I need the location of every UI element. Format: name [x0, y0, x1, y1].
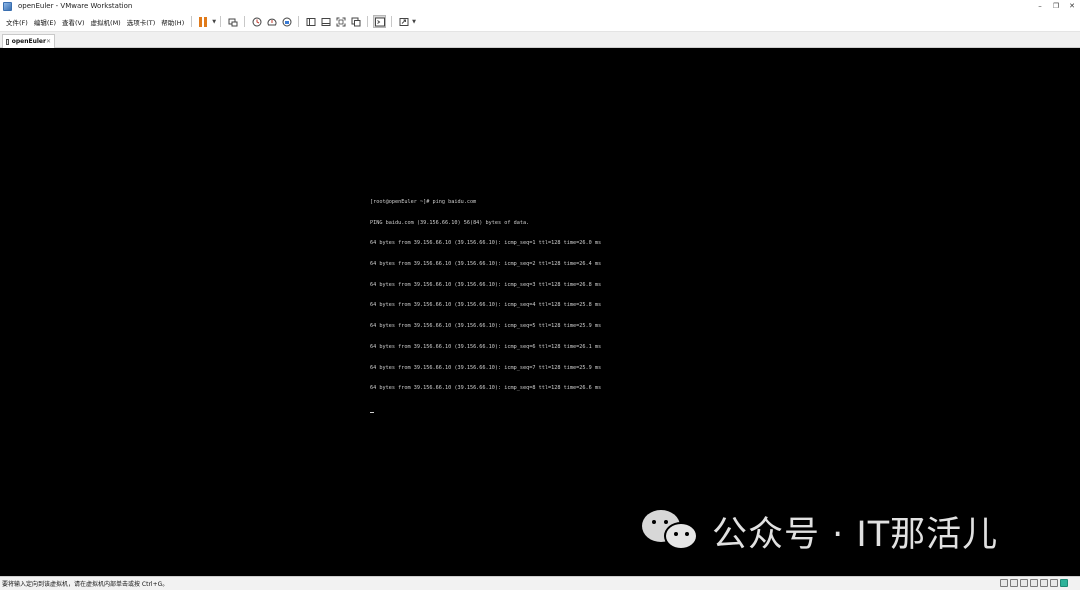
full-screen-icon [336, 17, 346, 26]
terminal-line: 64 bytes from 39.156.66.10 (39.156.66.10… [370, 385, 602, 392]
terminal-line: 64 bytes from 39.156.66.10 (39.156.66.10… [370, 343, 602, 350]
tab-openeuler[interactable]: openEuler ✕ [2, 34, 55, 48]
close-button[interactable]: ✕ [1064, 0, 1080, 12]
unity-icon [351, 17, 361, 26]
snapshot-icon [252, 17, 262, 26]
toolbar-separator [220, 16, 222, 27]
menu-help[interactable]: 帮助(H) [158, 17, 187, 27]
terminal-line: 64 bytes from 39.156.66.10 (39.156.66.10… [370, 281, 602, 288]
full-screen-button[interactable] [334, 15, 347, 28]
stretch-guest-button[interactable] [397, 15, 410, 28]
terminal-output: [root@openEuler ~]# ping baidu.com PING … [370, 185, 601, 427]
thumbnail-icon [321, 17, 331, 26]
pause-button[interactable] [197, 15, 210, 28]
pause-icon [199, 16, 208, 27]
tab-label: openEuler [11, 38, 46, 45]
terminal-line: [root@openEuler ~]# ping baidu.com [370, 198, 477, 205]
vm-icon [6, 38, 9, 45]
console-view-button[interactable] [373, 15, 387, 28]
sidebar-icon [306, 17, 316, 26]
tab-bar: openEuler ✕ [0, 32, 1080, 48]
unity-button[interactable] [349, 15, 362, 28]
window-controls: – ❐ ✕ [1032, 0, 1080, 12]
terminal-cursor [370, 412, 374, 413]
send-keys-icon [228, 18, 238, 26]
toolbar-separator [391, 16, 393, 27]
terminal-line: 64 bytes from 39.156.66.10 (39.156.66.10… [370, 364, 602, 371]
status-message: 要将输入定向到该虚拟机，请在虚拟机内部单击或按 Ctrl+G。 [2, 581, 169, 588]
title-bar: openEuler - VMware Workstation – ❐ ✕ [0, 0, 1080, 12]
window-title: openEuler - VMware Workstation [18, 2, 133, 10]
vm-console-screen[interactable]: [root@openEuler ~]# ping baidu.com PING … [1, 48, 1079, 576]
menu-view[interactable]: 查看(V) [59, 17, 88, 27]
toolbar-separator [298, 16, 300, 27]
usb-controller-icon[interactable] [1030, 579, 1038, 587]
toolbar-separator [367, 16, 369, 27]
snapshot-manager-button[interactable] [280, 15, 293, 28]
status-bar: 要将输入定向到该虚拟机，请在虚拟机内部单击或按 Ctrl+G。 [0, 576, 1080, 590]
terminal-line: 64 bytes from 39.156.66.10 (39.156.66.10… [370, 260, 602, 267]
pause-dropdown-icon[interactable]: ▼ [212, 19, 216, 25]
terminal-line: 64 bytes from 39.156.66.10 (39.156.66.10… [370, 323, 602, 330]
take-snapshot-button[interactable] [250, 15, 263, 28]
console-view-icon [374, 17, 385, 26]
menu-vm[interactable]: 虚拟机(M) [88, 17, 124, 27]
revert-snapshot-button[interactable] [265, 15, 278, 28]
terminal-line: 64 bytes from 39.156.66.10 (39.156.66.10… [370, 302, 602, 309]
cd-dvd-icon[interactable] [1010, 579, 1018, 587]
device-icons [1000, 579, 1068, 587]
restore-button[interactable]: ❐ [1048, 0, 1064, 12]
show-thumbnail-bar-button[interactable] [319, 15, 332, 28]
menu-bar: 文件(F) 编辑(E) 查看(V) 虚拟机(M) 选项卡(T) 帮助(H) ▼ … [0, 12, 1080, 32]
send-ctrl-alt-del-button[interactable] [226, 15, 239, 28]
menu-edit[interactable]: 编辑(E) [31, 17, 59, 27]
stretch-dropdown-icon[interactable]: ▼ [412, 19, 416, 25]
wechat-logo-icon [642, 508, 700, 554]
terminal-line: PING baidu.com (39.156.66.10) 56(84) byt… [370, 219, 530, 226]
toolbar-separator [244, 16, 246, 27]
show-library-button[interactable] [304, 15, 317, 28]
revert-snapshot-icon [267, 18, 277, 25]
watermark: 公众号 · IT那活儿 [642, 506, 998, 556]
terminal-line: 64 bytes from 39.156.66.10 (39.156.66.10… [370, 240, 602, 247]
stretch-icon [399, 17, 409, 26]
display-icon[interactable] [1050, 579, 1058, 587]
minimize-button[interactable]: – [1032, 0, 1048, 12]
hard-disk-icon[interactable] [1000, 579, 1008, 587]
network-adapter-icon[interactable] [1020, 579, 1028, 587]
snapshot-manager-icon [282, 17, 292, 26]
message-log-icon[interactable] [1060, 579, 1068, 587]
vmware-logo-icon [3, 1, 12, 11]
watermark-text: 公众号 · IT那活儿 [712, 514, 999, 555]
toolbar-separator [191, 16, 193, 27]
menu-file[interactable]: 文件(F) [3, 17, 31, 27]
tab-close-icon[interactable]: ✕ [46, 38, 51, 45]
sound-card-icon[interactable] [1040, 579, 1048, 587]
menu-tabs[interactable]: 选项卡(T) [124, 17, 159, 27]
